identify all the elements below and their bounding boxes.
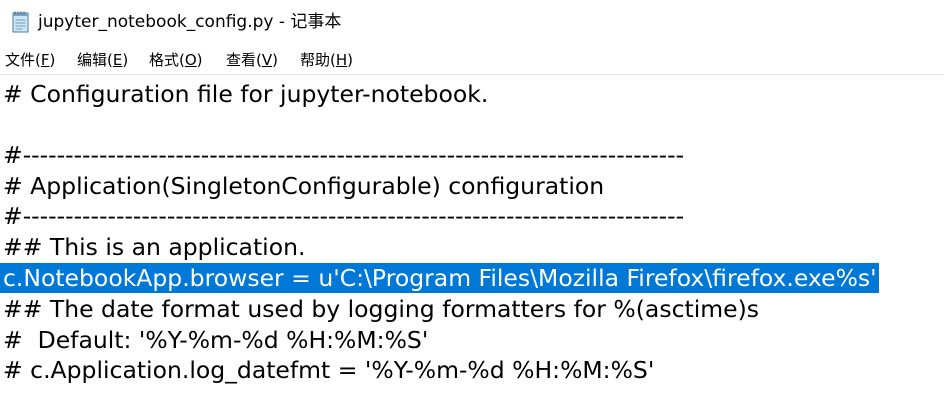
editor-line: ## This is an application. — [3, 233, 306, 261]
editor-line: # c.Application.log_datefmt = '%Y-%m-%d … — [3, 356, 655, 384]
menu-bar: 文件(F) 编辑(E) 格式(O) 查看(V) 帮助(H) — [0, 46, 944, 74]
editor-line: # Configuration file for jupyter-noteboo… — [3, 80, 489, 108]
menu-file[interactable]: 文件(F) — [5, 48, 55, 72]
menu-format[interactable]: 格式(O) — [149, 48, 203, 72]
window-title: jupyter_notebook_config.py - 记事本 — [38, 12, 342, 32]
menu-help[interactable]: 帮助(H) — [300, 48, 353, 72]
editor-line: #---------------------------------------… — [3, 141, 685, 169]
text-editor[interactable]: # Configuration file for jupyter-noteboo… — [0, 75, 944, 404]
menu-edit[interactable]: 编辑(E) — [77, 48, 128, 72]
editor-line-selected: c.NotebookApp.browser = u'C:\Program Fil… — [0, 263, 879, 293]
editor-line: # Default: '%Y-%m-%d %H:%M:%S' — [3, 326, 429, 354]
title-bar[interactable]: jupyter_notebook_config.py - 记事本 — [0, 0, 944, 44]
notepad-icon — [12, 11, 29, 33]
editor-line: # Application(SingletonConfigurable) con… — [3, 172, 605, 200]
notepad-window: jupyter_notebook_config.py - 记事本 文件(F) 编… — [0, 0, 944, 404]
editor-line: ## The date format used by logging forma… — [3, 295, 759, 323]
menu-view[interactable]: 查看(V) — [226, 48, 278, 72]
editor-line: #---------------------------------------… — [3, 202, 685, 230]
